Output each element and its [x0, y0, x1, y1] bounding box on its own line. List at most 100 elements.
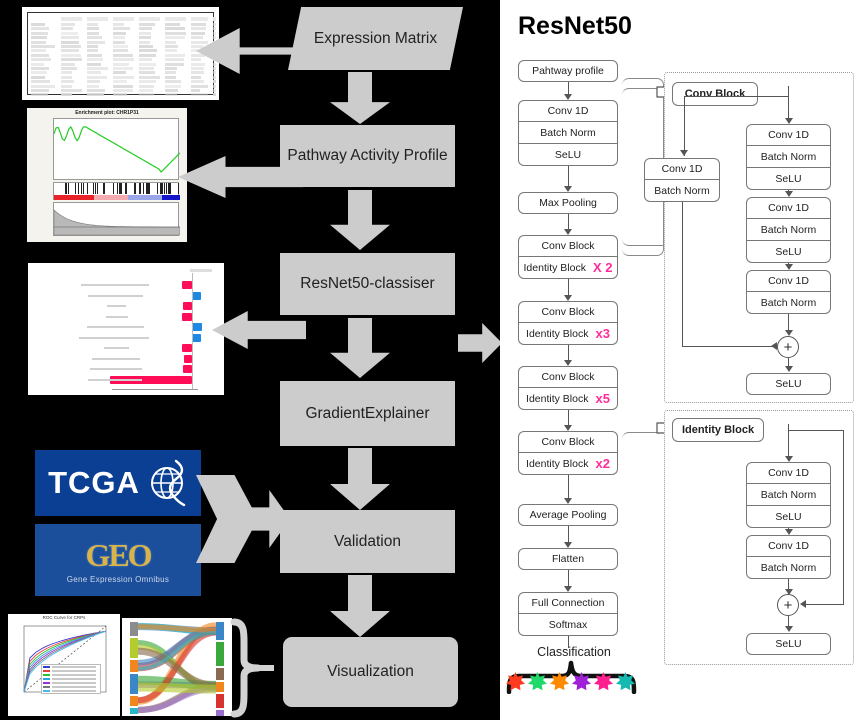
conv-block-shortcut-conv-1d: Conv 1D [644, 158, 720, 180]
resnet-node-flatten: Flatten [518, 548, 618, 570]
explainer-label: GradientExplainer [305, 405, 429, 423]
identity-block-node-batch-norm: Batch Norm [746, 557, 831, 579]
node-label: Conv Block [541, 436, 594, 448]
arrow-explainer-to-shap [212, 311, 306, 349]
classification-label: Classification [514, 645, 634, 659]
identity-block-node-selu: SeLU [746, 506, 831, 528]
gsea-graphic: Enrichment plot: CHR1P31 [27, 108, 187, 242]
sankey-image [122, 618, 232, 716]
pr-curve-image: ROC Curve for CRPs [8, 614, 120, 716]
resnet-node-conv-1d: Conv 1D [518, 100, 618, 122]
resnet-node-max-pooling: Max Pooling [518, 192, 618, 214]
explainer-box[interactable]: GradientExplainer [280, 381, 455, 446]
node-label: Conv Block [541, 240, 594, 252]
conv-block-node-batch-norm: Batch Norm [746, 292, 831, 314]
node-label: Conv 1D [548, 105, 589, 117]
arrow-tip-icon [800, 600, 806, 608]
classifier-box[interactable]: ResNet50-classiser [280, 253, 455, 315]
classification-star-1 [506, 672, 525, 691]
node-label: Average Pooling [530, 509, 607, 521]
tcga-logo-text: TCGA [48, 465, 140, 501]
connector-line [682, 202, 683, 347]
resnet-node-identity-block: Identity Block x3 [518, 323, 618, 345]
arrow-matrix-to-pathway [330, 72, 390, 124]
node-label: Pahtway profile [532, 65, 604, 77]
connector-line [568, 526, 569, 543]
resnet-node-conv-block: Conv Block [518, 366, 618, 388]
classifier-label: ResNet50-classiser [300, 275, 434, 293]
resnet-node-identity-block: Identity Block x5 [518, 388, 618, 410]
identity-block-add-node: + [777, 594, 799, 616]
resnet-node-pahtway-profile: Pahtway profile [518, 60, 618, 82]
arrow-tip-icon [680, 150, 688, 156]
arrow-classifier-to-resnet [458, 323, 502, 363]
identity-block-node-conv-1d: Conv 1D [746, 535, 831, 557]
shap-plot-image [28, 263, 224, 395]
resnet-node-batch-norm: Batch Norm [518, 122, 618, 144]
resnet-node-conv-block: Conv Block [518, 431, 618, 453]
connector-line [843, 430, 844, 605]
visualization-box[interactable]: Visualization [283, 637, 458, 707]
globe-dna-icon [146, 459, 188, 507]
validation-label: Validation [334, 533, 401, 551]
visualization-label: Visualization [327, 663, 414, 681]
pathway-activity-box[interactable]: Pathway Activity Profile [280, 125, 455, 187]
arrow-tip-icon [785, 118, 793, 124]
resnet-node-identity-block: Identity Block x2 [518, 453, 618, 475]
resnet-node-selu: SeLU [518, 144, 618, 166]
connector-line [788, 86, 789, 118]
conv-block-node-selu: SeLU [746, 241, 831, 263]
connector-line [568, 166, 569, 187]
validation-box[interactable]: Validation [280, 510, 455, 573]
conv-block-shortcut-batch-norm: Batch Norm [644, 180, 720, 202]
conv-block-node-conv-1d: Conv 1D [746, 124, 831, 146]
resnet-node-identity-block: Identity Block X 2 [518, 257, 618, 279]
expression-matrix-label: Expression Matrix [314, 30, 437, 48]
shap-graphic [28, 263, 224, 395]
resnet-node-conv-block: Conv Block [518, 235, 618, 257]
node-label: SeLU [555, 149, 581, 161]
arrow-pathway-to-classifier [330, 190, 390, 250]
connector-line [568, 570, 569, 587]
arrow-explainer-to-validation [330, 448, 390, 510]
classification-star-2 [528, 672, 547, 691]
resnet50-panel: ResNet50 Pahtway profile Conv 1D Batch Nor… [500, 0, 858, 720]
node-label: Max Pooling [539, 197, 597, 209]
pr-curve-graphic: ROC Curve for CRPs [8, 614, 120, 716]
classification-star-4 [572, 672, 591, 691]
pathway-activity-label: Pathway Activity Profile [287, 147, 447, 165]
node-label: Identity Block [526, 458, 588, 470]
connector-line [568, 410, 569, 426]
spreadsheet-graphic [25, 10, 216, 97]
connector-line [789, 430, 845, 431]
node-label: Identity Block [526, 328, 588, 340]
identity-block-node-conv-1d: Conv 1D [746, 462, 831, 484]
expression-matrix-box[interactable]: Expression Matrix [288, 7, 463, 70]
visualization-brace [228, 618, 286, 718]
conv-block-node-conv-1d: Conv 1D [746, 197, 831, 219]
arrow-tip-icon [785, 626, 793, 632]
connector-line [788, 424, 789, 456]
geo-logo-text: GEO [85, 537, 150, 574]
classification-star-row [506, 672, 635, 691]
conv-block-output-selu: SeLU [746, 373, 831, 395]
node-label: Full Connection [532, 597, 605, 609]
classification-star-5 [594, 672, 613, 691]
resnet-node-conv-block: Conv Block [518, 301, 618, 323]
connector-line [682, 346, 777, 347]
conv-block-add-node: + [777, 336, 799, 358]
repeat-count: x3 [595, 326, 609, 341]
node-label: Flatten [552, 553, 584, 565]
connector-line [568, 475, 569, 499]
tcga-logo: TCGA [35, 450, 201, 516]
connector-line [568, 214, 569, 230]
node-label: Softmax [549, 619, 588, 631]
identity-block-node-batch-norm: Batch Norm [746, 484, 831, 506]
node-label: Identity Block [524, 262, 586, 274]
repeat-count: X 2 [593, 260, 613, 275]
conv-block-node-selu: SeLU [746, 168, 831, 190]
geo-logo: GEO Gene Expression Omnibus [35, 524, 201, 596]
conv-block-node-conv-1d: Conv 1D [746, 270, 831, 292]
repeat-count: x2 [595, 456, 609, 471]
geo-logo-subtitle: Gene Expression Omnibus [67, 575, 170, 584]
